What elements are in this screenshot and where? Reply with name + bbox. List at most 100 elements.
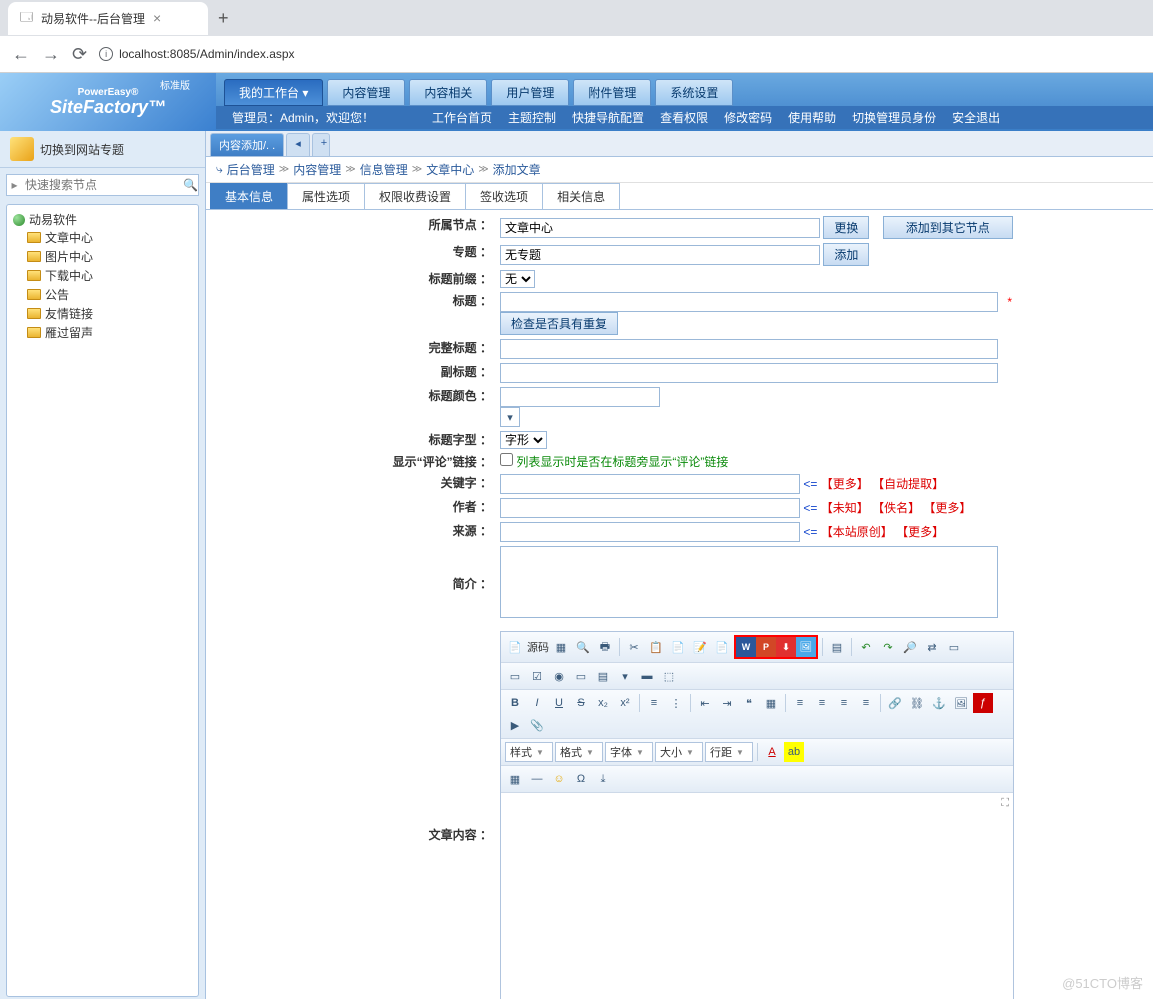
- intro-textarea[interactable]: [500, 546, 998, 618]
- change-button[interactable]: 更换: [823, 216, 869, 239]
- strike-icon[interactable]: S: [571, 693, 591, 713]
- au-more-link[interactable]: 【更多】: [923, 501, 971, 515]
- cut-icon[interactable]: ✂: [624, 637, 644, 657]
- paste-icon[interactable]: 📄: [668, 637, 688, 657]
- link-nav[interactable]: 快捷导航配置: [572, 109, 644, 126]
- selectall-icon[interactable]: ▭: [944, 637, 964, 657]
- ul-icon[interactable]: ⋮: [666, 693, 686, 713]
- link-icon[interactable]: 🔗: [885, 693, 905, 713]
- fontstyle-select[interactable]: 字形: [500, 431, 547, 449]
- select-icon[interactable]: ▾: [615, 666, 635, 686]
- bold-icon[interactable]: B: [505, 693, 525, 713]
- new-icon[interactable]: ▦: [551, 637, 571, 657]
- quote-icon[interactable]: ❝: [739, 693, 759, 713]
- redo-icon[interactable]: ↷: [878, 637, 898, 657]
- template-icon[interactable]: ▤: [827, 637, 847, 657]
- menu-content[interactable]: 内容管理: [327, 79, 405, 106]
- page-tab[interactable]: 内容添加/. .: [210, 133, 284, 156]
- reload-button[interactable]: ⟳: [72, 44, 87, 65]
- add-other-node-button[interactable]: 添加到其它节点: [883, 216, 1013, 239]
- word-icon[interactable]: W: [736, 637, 756, 657]
- upload-icon[interactable]: 📎: [527, 715, 547, 735]
- form-tab-basic[interactable]: 基本信息: [210, 183, 288, 209]
- size-combo[interactable]: 大小▼: [655, 742, 703, 762]
- sidebar-switch[interactable]: 切换到网站专题: [0, 131, 205, 168]
- style-combo[interactable]: 样式▼: [505, 742, 553, 762]
- copy-icon[interactable]: 📋: [646, 637, 666, 657]
- form-tab-perm[interactable]: 权限收费设置: [364, 183, 466, 209]
- italic-icon[interactable]: I: [527, 693, 547, 713]
- url-field[interactable]: i localhost:8085/Admin/index.aspx: [99, 47, 1141, 61]
- keywords-input[interactable]: [500, 474, 800, 494]
- find-icon[interactable]: 🔎: [900, 637, 920, 657]
- source-icon[interactable]: 📄: [505, 637, 525, 657]
- editor-content[interactable]: ⛶: [501, 793, 1013, 999]
- tree-node[interactable]: 雁过留声: [27, 323, 192, 342]
- form-tab-attr[interactable]: 属性选项: [287, 183, 365, 209]
- smiley-icon[interactable]: ☺: [549, 769, 569, 789]
- unlink-icon[interactable]: ⛓: [907, 693, 927, 713]
- menu-related[interactable]: 内容相关: [409, 79, 487, 106]
- page-tab-close[interactable]: ◂: [286, 133, 310, 156]
- special-icon[interactable]: Ω: [571, 769, 591, 789]
- sidebar-search[interactable]: ▸ 🔍: [6, 174, 199, 196]
- source-input[interactable]: [500, 522, 800, 542]
- form-tab-sign[interactable]: 签收选项: [465, 183, 543, 209]
- pdf-icon[interactable]: ⬇: [776, 637, 796, 657]
- replace-icon[interactable]: ⇄: [922, 637, 942, 657]
- menu-users[interactable]: 用户管理: [491, 79, 569, 106]
- link-exit[interactable]: 安全退出: [952, 109, 1000, 126]
- align-justify-icon[interactable]: ≡: [856, 693, 876, 713]
- textarea-icon[interactable]: ▤: [593, 666, 613, 686]
- paste-text-icon[interactable]: 📝: [690, 637, 710, 657]
- ol-icon[interactable]: ≡: [644, 693, 664, 713]
- topic-input[interactable]: [500, 245, 820, 265]
- subtitle-input[interactable]: [500, 363, 998, 383]
- au-unknown-link[interactable]: 【未知】: [821, 501, 869, 515]
- font-combo[interactable]: 字体▼: [605, 742, 653, 762]
- forward-button[interactable]: →: [42, 44, 60, 65]
- back-button[interactable]: ←: [12, 44, 30, 65]
- pagebreak-icon[interactable]: ⤓: [593, 769, 613, 789]
- outdent-icon[interactable]: ⇤: [695, 693, 715, 713]
- image-icon[interactable]: 🖼: [796, 637, 816, 657]
- underline-icon[interactable]: U: [549, 693, 569, 713]
- tree-node[interactable]: 友情链接: [27, 304, 192, 323]
- paste-word-icon[interactable]: 📄: [712, 637, 732, 657]
- tree-node[interactable]: 公告: [27, 285, 192, 304]
- align-right-icon[interactable]: ≡: [834, 693, 854, 713]
- table-icon[interactable]: ▦: [505, 769, 525, 789]
- author-input[interactable]: [500, 498, 800, 518]
- check-dup-button[interactable]: 检查是否具有重复: [500, 312, 618, 335]
- anchor-icon[interactable]: ⚓: [929, 693, 949, 713]
- fulltitle-input[interactable]: [500, 339, 998, 359]
- tab-close-icon[interactable]: ×: [153, 10, 161, 26]
- browser-tab[interactable]: 🗔 动易软件--后台管理 ×: [8, 2, 208, 35]
- tree-root[interactable]: 动易软件: [13, 211, 192, 228]
- hidden-icon[interactable]: ⬚: [659, 666, 679, 686]
- link-help[interactable]: 使用帮助: [788, 109, 836, 126]
- link-perm[interactable]: 查看权限: [660, 109, 708, 126]
- media-icon[interactable]: ▶: [505, 715, 525, 735]
- sub-icon[interactable]: x₂: [593, 693, 613, 713]
- format-combo[interactable]: 格式▼: [555, 742, 603, 762]
- maximize-icon[interactable]: ⛶: [1001, 797, 1009, 810]
- tree-node[interactable]: 图片中心: [27, 247, 192, 266]
- undo-icon[interactable]: ↶: [856, 637, 876, 657]
- color-picker-icon[interactable]: ▾: [500, 407, 520, 427]
- search-icon[interactable]: 🔍: [183, 175, 198, 195]
- lineheight-combo[interactable]: 行距▼: [705, 742, 753, 762]
- div-icon[interactable]: ▦: [761, 693, 781, 713]
- add-topic-button[interactable]: 添加: [823, 243, 869, 266]
- tree-node[interactable]: 文章中心: [27, 228, 192, 247]
- link-theme[interactable]: 主题控制: [508, 109, 556, 126]
- textcolor-icon[interactable]: A: [762, 742, 782, 762]
- hr-icon[interactable]: —: [527, 769, 547, 789]
- menu-system[interactable]: 系统设置: [655, 79, 733, 106]
- radio-icon[interactable]: ◉: [549, 666, 569, 686]
- textfield-icon[interactable]: ▭: [571, 666, 591, 686]
- link-pwd[interactable]: 修改密码: [724, 109, 772, 126]
- prefix-select[interactable]: 无: [500, 270, 535, 288]
- color-input[interactable]: [500, 387, 660, 407]
- print-icon[interactable]: 🖶: [595, 637, 615, 657]
